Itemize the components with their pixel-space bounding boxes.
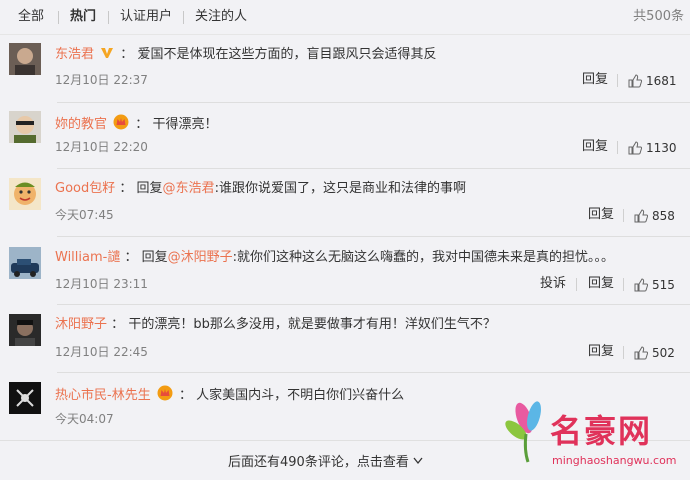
action-divider [576,278,577,291]
action-divider [623,278,624,291]
username-link[interactable]: Good包籽 [55,181,115,196]
tab-all[interactable]: 全部 [18,9,44,25]
comment-filter-tabs: 全部 热门 认证用户 关注的人 共500条 [0,0,690,35]
like-count: 1130 [646,141,677,155]
username-link[interactable]: 热心市民-林先生 [55,388,151,403]
like-button[interactable]: 1681 [628,73,677,89]
load-more-link[interactable]: 后面还有490条评论，点击查看 [228,451,423,470]
thumb-up-icon [634,278,649,292]
crown-icon [157,385,173,406]
like-count: 515 [652,278,675,292]
comment-time: 12月10日 23:11 [55,277,148,291]
comment-time: 今天07:45 [55,208,114,222]
like-count: 1681 [646,74,677,88]
colon: ： [124,250,138,265]
tab-divider [108,11,109,24]
tab-divider [58,11,59,24]
report-button[interactable]: 投诉 [540,276,566,292]
avatar[interactable] [9,43,41,75]
comment-time: 12月10日 22:37 [55,73,148,87]
comment-body: Good包籽 ： 回复@东浩君:谁跟你说爱国了，这只是商业和法律的事啊 [55,181,466,197]
watermark-logo: 名豪网 minghaoshangwu.com [500,390,690,476]
comment-text: 干得漂亮！ [152,117,218,132]
username-link[interactable]: 妳的教官 [55,117,107,132]
watermark-url: minghaoshangwu.com [552,454,677,467]
comment-text: 干的漂亮！bb那么多没用，就是要做事才有用！洋奴们生气不？ [128,317,496,332]
reply-button[interactable]: 回复 [588,276,614,292]
colon: ： [111,317,125,332]
reply-prefix: 回复 [141,250,168,265]
comment-text: :谁跟你说爱国了，这只是商业和法律的事啊 [214,181,466,196]
like-count: 858 [652,209,675,223]
avatar[interactable] [9,247,41,279]
username-link[interactable]: 沐阳野子 [55,317,107,332]
comment-divider [57,168,690,169]
username-link[interactable]: William-譴 [55,250,120,265]
comment-divider [57,236,690,237]
load-more-label: 后面还有490条评论，点击查看 [228,455,409,470]
action-divider [623,346,624,359]
action-divider [623,209,624,222]
like-button[interactable]: 515 [634,277,675,293]
comment-body: 妳的教官 ： 干得漂亮！ [55,114,217,135]
colon: ： [120,47,134,62]
like-button[interactable]: 1130 [628,140,677,156]
thumb-up-icon [634,346,649,360]
thumb-up-icon [628,74,643,88]
comment-text: 爱国不是体现在这些方面的，盲目跟风只会适得其反 [137,47,437,62]
comment-body: William-譴 ： 回复@沐阳野子:就你们这种这么无脑这么嗨蠢的，我对中国德… [55,250,614,266]
like-count: 502 [652,346,675,360]
thumb-up-icon [634,209,649,223]
colon: ： [119,181,133,196]
comment-body: 沐阳野子 ： 干的漂亮！bb那么多没用，就是要做事才有用！洋奴们生气不？ [55,317,496,333]
flower-logo-icon [505,401,541,463]
reply-button[interactable]: 回复 [582,139,608,155]
tab-hot[interactable]: 热门 [70,9,96,25]
action-divider [617,141,618,154]
comment-body: 东浩君 ： 爱国不是体现在这些方面的，盲目跟风只会适得其反 [55,46,436,65]
comment-divider [57,372,690,373]
avatar[interactable] [9,314,41,346]
comment-text: :就你们这种这么无脑这么嗨蠢的，我对中国德未来是真的担忧。。。 [232,250,615,265]
reply-button[interactable]: 回复 [582,72,608,88]
avatar[interactable] [9,111,41,143]
mention-link[interactable]: @沐阳野子 [168,250,233,265]
comment-time: 12月10日 22:20 [55,140,148,154]
watermark-name: 名豪网 [550,412,653,450]
comment-time: 今天04:07 [55,412,114,426]
thumb-up-icon [628,141,643,155]
v-icon [100,46,114,65]
comment-divider [57,304,690,305]
like-button[interactable]: 858 [634,208,675,224]
avatar[interactable] [9,178,41,210]
reply-button[interactable]: 回复 [588,207,614,223]
colon: ： [178,388,192,403]
comment-total-count: 共500条 [633,9,684,24]
comment-divider [57,102,690,103]
like-button[interactable]: 502 [634,345,675,361]
username-link[interactable]: 东浩君 [55,47,94,62]
mention-link[interactable]: @东浩君 [163,181,215,196]
reply-button[interactable]: 回复 [588,344,614,360]
chevron-down-icon [413,457,423,465]
tab-following[interactable]: 关注的人 [195,9,247,25]
tab-verified[interactable]: 认证用户 [120,9,172,25]
comment-text: 人家美国内斗，不明白你们兴奋什么 [196,388,405,403]
avatar[interactable] [9,382,41,414]
action-divider [617,74,618,87]
colon: ： [135,117,149,132]
comment-time: 12月10日 22:45 [55,345,148,359]
reply-prefix: 回复 [136,181,163,196]
tab-divider [183,11,184,24]
comment-body: 热心市民-林先生 ： 人家美国内斗，不明白你们兴奋什么 [55,385,404,406]
crown-icon [113,114,129,135]
